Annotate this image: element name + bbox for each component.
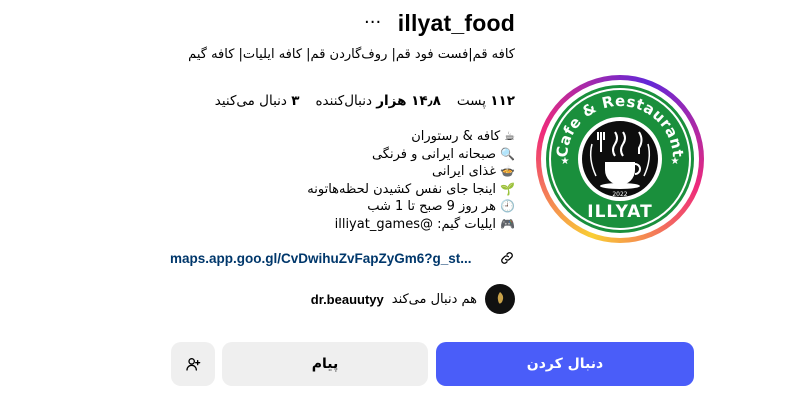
- magnifier-icon: 🔍: [500, 146, 515, 161]
- profile-category: کافه قم|فست فود قم| روف‌گاردن قم| کافه ا…: [188, 47, 515, 62]
- svg-text:★: ★: [671, 156, 680, 167]
- coffee-icon: ☕: [504, 129, 515, 143]
- profile-username: illyat_food: [397, 10, 515, 36]
- more-options-icon[interactable]: ···: [364, 12, 381, 33]
- bio-text[interactable]: ایلیات گیم: @illiyat_games: [335, 217, 496, 232]
- following-label: دنبال می‌کنید: [214, 93, 287, 109]
- bio-line: 🔍صبحانه ایرانی و فرنگی: [185, 146, 515, 164]
- followed-by-name[interactable]: dr.beauutyy: [311, 292, 384, 307]
- message-button[interactable]: پیام: [222, 342, 428, 386]
- cafe-restaurant-logo: Cafe & Restaurant ILLYAT ★ ★ 2022: [546, 85, 694, 233]
- suggest-users-button[interactable]: [171, 342, 215, 386]
- svg-text:★: ★: [561, 156, 570, 167]
- sprout-icon: 🌱: [500, 181, 515, 196]
- profile-avatar[interactable]: Cafe & Restaurant ILLYAT ★ ★ 2022: [536, 75, 704, 243]
- food-icon: 🍲: [500, 164, 515, 178]
- profile-stats: ۱۱۲ پست ۱۴٫۸ هزار دنبال‌کننده ۳ دنبال می…: [215, 93, 515, 109]
- bio-text: صبحانه ایرانی و فرنگی: [371, 146, 497, 162]
- followed-by[interactable]: هم دنبال می‌کند dr.beauutyy: [311, 284, 515, 314]
- follow-button[interactable]: دنبال کردن: [436, 342, 694, 386]
- gamepad-icon: 🎮: [500, 216, 515, 231]
- posts-count: ۱۱۲: [490, 93, 515, 109]
- profile-link-row: maps.app.goo.gl/CvDwihuZvFapZyGm6?g_st..…: [170, 248, 515, 268]
- svg-text:ILLYAT: ILLYAT: [587, 202, 652, 222]
- followers-count: ۱۴٫۸ هزار: [376, 93, 441, 109]
- bio-text: اینجا جای نفس کشیدن لحظه‌هاتونه: [307, 181, 497, 197]
- add-person-icon: [186, 358, 201, 371]
- bio-line: 🕘هر روز 9 صبح تا 1 شب: [185, 198, 515, 216]
- profile-link[interactable]: maps.app.goo.gl/CvDwihuZvFapZyGm6?g_st..…: [170, 251, 472, 266]
- bio-text: هر روز 9 صبح تا 1 شب: [367, 199, 497, 214]
- bio-line: 🌱اینجا جای نفس کشیدن لحظه‌هاتونه: [185, 181, 515, 199]
- follower-logo-icon: [497, 292, 504, 304]
- posts-stat[interactable]: ۱۱۲ پست: [457, 93, 515, 109]
- bio-line: ☕کافه & رستوران: [185, 128, 515, 146]
- following-stat[interactable]: ۳ دنبال می‌کنید: [215, 93, 300, 109]
- link-chain-icon: [501, 252, 513, 264]
- bio-text: کافه & رستوران: [411, 129, 501, 144]
- followed-by-suffix: هم دنبال می‌کند: [391, 291, 477, 307]
- clock-icon: 🕘: [500, 199, 515, 213]
- bio-line: 🎮 ایلیات گیم: @illiyat_games: [185, 216, 515, 234]
- avatar-ring-gap: Cafe & Restaurant ILLYAT ★ ★ 2022: [541, 80, 699, 238]
- svg-text:2022: 2022: [612, 191, 627, 198]
- bio-line: 🍲غذای ایرانی: [185, 163, 515, 181]
- posts-label: پست: [456, 93, 486, 109]
- following-count: ۳: [291, 93, 300, 109]
- profile-bio: ☕کافه & رستوران 🔍صبحانه ایرانی و فرنگی 🍲…: [185, 128, 515, 233]
- followers-stat[interactable]: ۱۴٫۸ هزار دنبال‌کننده: [315, 93, 440, 109]
- follower-avatar[interactable]: [485, 284, 515, 314]
- followers-label: دنبال‌کننده: [315, 93, 372, 109]
- bio-text: غذای ایرانی: [432, 164, 497, 179]
